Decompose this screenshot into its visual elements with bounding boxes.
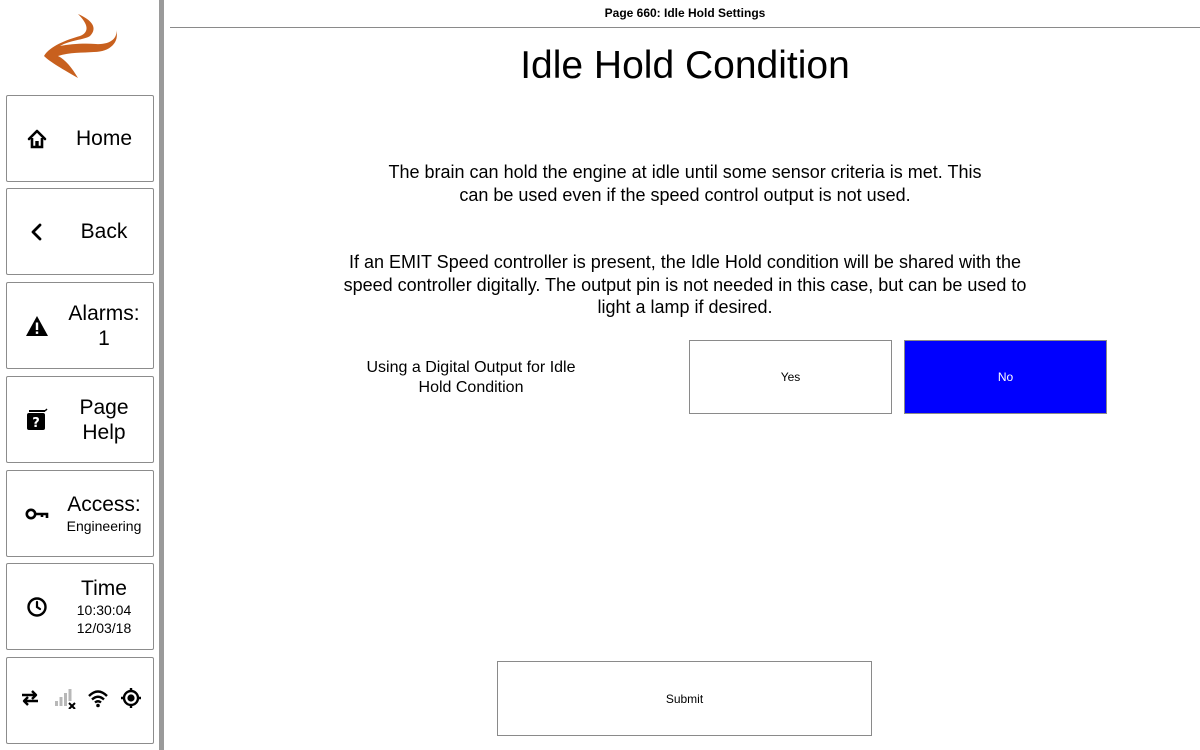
time-date: 12/03/18: [76, 620, 132, 636]
yes-option-button[interactable]: Yes: [689, 340, 892, 414]
company-logo: [44, 14, 117, 78]
back-label: Back: [80, 220, 128, 243]
access-button[interactable]: Access: Engineering: [6, 470, 154, 557]
help-icon: ?: [25, 408, 49, 432]
idle-hold-output-label: Using a Digital Output for Idle Hold Con…: [366, 359, 576, 396]
wifi-icon: [87, 688, 109, 713]
sync-arrows-icon: [18, 688, 42, 713]
home-button[interactable]: Home: [6, 95, 154, 182]
access-level: Engineering: [66, 518, 142, 534]
signal-off-icon: [53, 687, 77, 714]
page-header: Page 660: Idle Hold Settings: [604, 6, 766, 20]
description-paragraph-2: If an EMIT Speed controller is present, …: [343, 252, 1027, 317]
key-icon: [25, 502, 49, 526]
sidebar: Home Back Alarms: 1 ? Page Help Access:: [0, 0, 160, 750]
page-title: Idle Hold Condition: [520, 44, 850, 87]
warning-icon: [25, 314, 49, 338]
chevron-left-icon: [25, 220, 49, 244]
gps-icon: [120, 687, 142, 714]
alarms-button[interactable]: Alarms: 1: [6, 282, 154, 369]
description-paragraph-1: The brain can hold the engine at idle un…: [388, 162, 982, 205]
home-icon: [25, 127, 49, 151]
time-clock: 10:30:04: [76, 602, 132, 618]
sidebar-divider: [159, 0, 164, 750]
home-label: Home: [75, 127, 133, 150]
page-help-label-line2: Help: [82, 420, 126, 444]
alarms-count: 1: [98, 326, 110, 350]
page-help-button[interactable]: ? Page Help: [6, 376, 154, 463]
no-option-button[interactable]: No: [904, 340, 1107, 414]
back-button[interactable]: Back: [6, 188, 154, 275]
time-label: Time: [81, 577, 127, 600]
time-button[interactable]: Time 10:30:04 12/03/18: [6, 563, 154, 650]
status-panel[interactable]: [6, 657, 154, 744]
access-label: Access:: [67, 493, 141, 516]
header-divider: [170, 27, 1200, 28]
alarms-label: Alarms:: [68, 301, 140, 325]
svg-text:?: ?: [32, 416, 40, 431]
page-help-label-line1: Page: [79, 395, 129, 419]
clock-icon: [25, 595, 49, 619]
submit-button[interactable]: Submit: [497, 661, 872, 736]
